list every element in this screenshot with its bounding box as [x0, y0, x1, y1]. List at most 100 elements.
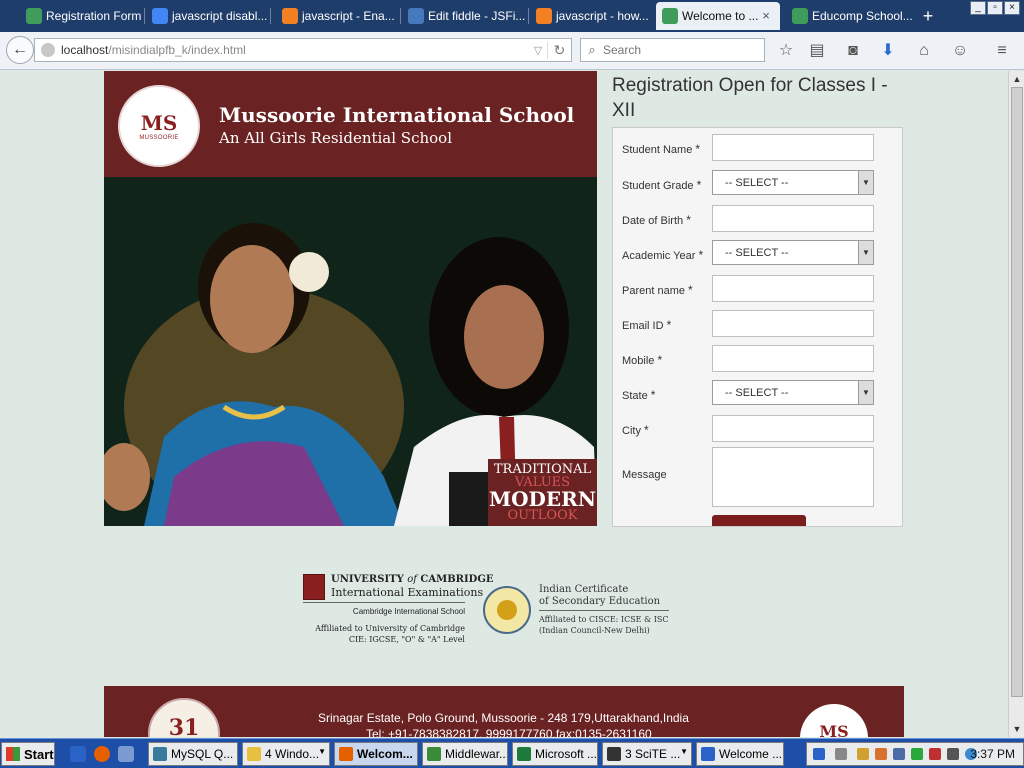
stackoverflow-icon	[536, 8, 552, 24]
student-grade-select[interactable]: -- SELECT -- ▼	[712, 170, 874, 195]
tab-title: Registration Form	[46, 9, 142, 23]
browser-tab[interactable]: javascript - Ena...	[276, 2, 398, 30]
help-icon[interactable]	[813, 748, 825, 760]
student-name-input[interactable]	[712, 134, 874, 161]
logo-caption: MUSSOORIE	[139, 135, 179, 141]
required-mark: *	[696, 178, 702, 192]
required-mark: *	[686, 213, 691, 227]
firefox-icon[interactable]	[94, 746, 110, 762]
logo-monogram: MS	[140, 111, 178, 135]
globe-icon	[41, 43, 55, 57]
academic-year-select[interactable]: -- SELECT -- ▼	[712, 240, 874, 265]
tray-app-icon[interactable]	[875, 748, 887, 760]
browser-tab[interactable]: Edit fiddle - JSFi...	[402, 2, 526, 30]
tray-app-icon[interactable]	[929, 748, 941, 760]
chevron-down-icon[interactable]: ▼	[318, 747, 326, 756]
taskbar-task[interactable]: Welcom...	[334, 742, 418, 766]
cambridge-name: UNIVERSITY of CAMBRIDGE	[331, 574, 494, 585]
field-label: Student Grade *	[622, 178, 702, 192]
select-value: -- SELECT --	[725, 176, 789, 189]
chevron-down-icon[interactable]: ▼	[858, 381, 873, 404]
message-textarea[interactable]	[712, 447, 874, 507]
taskbar-task[interactable]: MySQL Q...	[148, 742, 238, 766]
url-bar[interactable]: localhost/misindialpfb_k/index.html ▽ ↻	[34, 38, 572, 62]
task-label: Middlewar...	[445, 747, 508, 761]
taskbar-task[interactable]: Welcome ...	[696, 742, 784, 766]
browser-tab[interactable]: Welcome to ... ×	[656, 2, 780, 30]
browser-tab[interactable]: javascript disabl...	[146, 2, 268, 30]
field-label: State *	[622, 388, 656, 402]
scroll-down-icon[interactable]: ▼	[1009, 721, 1024, 737]
close-window-button[interactable]: ×	[1004, 1, 1020, 15]
chevron-down-icon[interactable]: ▼	[858, 241, 873, 264]
minimize-button[interactable]: _	[970, 1, 986, 15]
tray-chevron-icon[interactable]	[835, 748, 847, 760]
close-tab-icon[interactable]: ×	[758, 8, 774, 24]
icse-line: Affiliated to CISCE: ICSE & ISC	[539, 615, 669, 624]
search-input[interactable]	[603, 43, 753, 57]
scroll-up-icon[interactable]: ▲	[1009, 71, 1024, 87]
new-tab-button[interactable]: +	[918, 6, 938, 26]
document-icon	[26, 8, 42, 24]
task-label: Welcome ...	[719, 747, 783, 761]
taskbar-task[interactable]: 3 SciTE ... ▼	[602, 742, 692, 766]
utility-icon[interactable]	[118, 746, 134, 762]
tab-strip: Registration Form javascript disabl... jav…	[0, 0, 1024, 32]
tray-app-icon[interactable]	[911, 748, 923, 760]
taskbar-task[interactable]: Middlewar...	[422, 742, 508, 766]
chevron-down-icon[interactable]: ▼	[680, 747, 688, 756]
feedback-icon[interactable]: ☺	[949, 40, 971, 62]
url-text[interactable]: localhost/misindialpfb_k/index.html	[61, 43, 529, 57]
reading-list-icon[interactable]: ▤	[806, 40, 828, 62]
field-label: Message	[622, 469, 667, 481]
divider	[539, 610, 669, 611]
tab-title: Educomp School...	[812, 9, 912, 23]
clock[interactable]: 3:37 PM	[970, 747, 1015, 761]
jsfiddle-icon	[408, 8, 424, 24]
volume-icon[interactable]	[947, 748, 959, 760]
tray-app-icon[interactable]	[893, 748, 905, 760]
maximize-button[interactable]: ▫	[987, 1, 1003, 15]
browser-tab[interactable]: Educomp School...	[786, 2, 912, 30]
parent-name-input[interactable]	[712, 275, 874, 302]
search-bar[interactable]: ⌕	[580, 38, 765, 62]
scrollbar-thumb[interactable]	[1011, 87, 1023, 697]
required-mark: *	[695, 142, 701, 156]
school-logo: MS MUSSOORIE	[118, 85, 200, 167]
state-select[interactable]: -- SELECT -- ▼	[712, 380, 874, 405]
tab-title: Edit fiddle - JSFi...	[428, 9, 526, 23]
download-icon[interactable]: ⬇	[877, 40, 899, 62]
dropdown-arrow-icon[interactable]: ▽	[529, 44, 547, 57]
mobile-input[interactable]	[712, 345, 874, 372]
taskbar-task[interactable]: Microsoft ...	[512, 742, 598, 766]
field-label: Student Name *	[622, 142, 701, 156]
browser-tab[interactable]: javascript - how...	[530, 2, 652, 30]
select-value: -- SELECT --	[725, 386, 789, 399]
home-icon[interactable]: ⌂	[913, 40, 935, 62]
app-icon	[339, 747, 353, 761]
pocket-icon[interactable]: ◙	[842, 40, 864, 62]
school-tagline: An All Girls Residential School	[219, 129, 453, 147]
tray-app-icon[interactable]	[857, 748, 869, 760]
start-button[interactable]: Start	[1, 742, 55, 766]
required-mark: *	[644, 423, 649, 437]
form-row: Academic Year * -- SELECT -- ▼	[613, 240, 902, 270]
document-icon	[792, 8, 808, 24]
date-of-birth-input[interactable]	[712, 205, 874, 232]
back-button[interactable]: ←	[6, 36, 34, 64]
app-icon	[607, 747, 621, 761]
bookmark-star-icon[interactable]: ☆	[775, 40, 797, 62]
vertical-scrollbar[interactable]: ▲ ▼	[1008, 71, 1024, 737]
footer-logo: MS	[800, 704, 868, 737]
footer-address: Srinagar Estate, Polo Ground, Mussoorie …	[318, 711, 689, 725]
menu-icon[interactable]: ≡	[991, 40, 1013, 62]
browser-tab[interactable]: Registration Form	[20, 2, 142, 30]
submit-button[interactable]	[712, 515, 806, 526]
email-id-input[interactable]	[712, 310, 874, 337]
city-input[interactable]	[712, 415, 874, 442]
taskbar-task[interactable]: 4 Windo... ▼	[242, 742, 330, 766]
reload-icon[interactable]: ↻	[547, 41, 571, 59]
required-mark: *	[650, 388, 656, 402]
ie-icon[interactable]	[70, 746, 86, 762]
chevron-down-icon[interactable]: ▼	[858, 171, 873, 194]
